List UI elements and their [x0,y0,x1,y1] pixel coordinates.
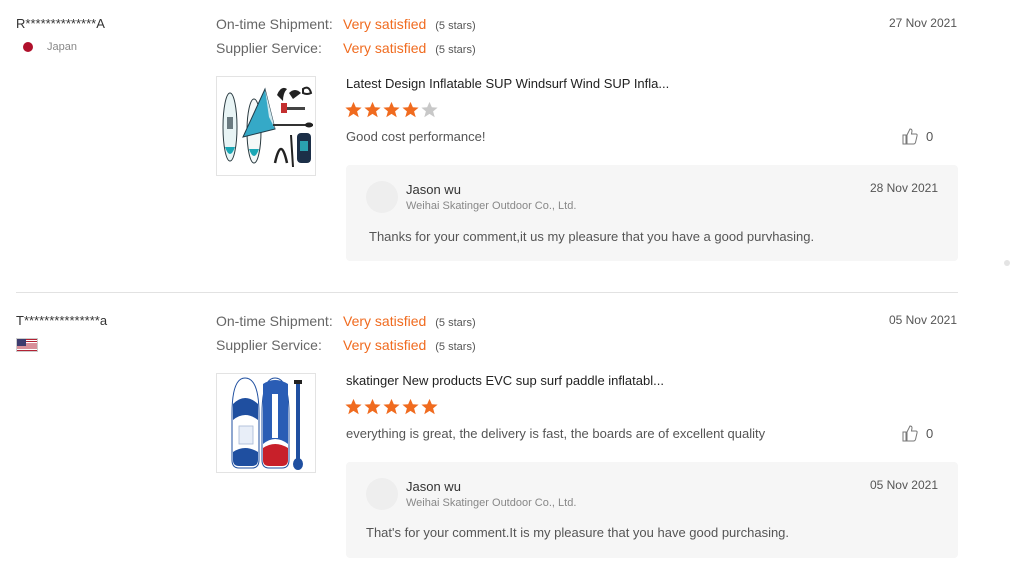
star-icon [383,398,400,415]
supplier-avatar [366,478,398,510]
product-title-link[interactable]: skatinger New products EVC sup surf padd… [346,373,664,388]
scrollbar-thumb[interactable] [1004,260,1010,266]
product-thumbnail[interactable] [216,373,316,473]
rating-supplier-service: Supplier Service: Very satisfied (5 star… [216,337,476,353]
sup-windsurf-product-image [222,86,313,168]
buyer-country [16,338,38,352]
reply-date: 28 Nov 2021 [869,181,938,195]
japan-flag-icon [23,42,33,52]
rating-stars-text: (5 stars) [435,20,476,32]
product-thumbnail[interactable] [216,76,316,176]
review-comment: Good cost performance! [346,129,486,144]
rating-stars-text: (5 stars) [435,317,476,329]
star-icon [383,101,400,118]
review-comment: everything is great, the delivery is fas… [346,426,766,441]
reply-text: That's for your comment.It is my pleasur… [366,525,790,540]
reply-company: Weihai Skatinger Outdoor Co., Ltd. [406,497,577,509]
rating-label: Supplier Service: [216,40,322,56]
rating-label: Supplier Service: [216,337,322,353]
rating-ontime-shipment: On-time Shipment: Very satisfied (5 star… [216,313,476,329]
sup-board-product-image [231,377,303,470]
reply-date: 05 Nov 2021 [869,478,938,492]
review-date: 05 Nov 2021 [888,313,957,327]
rating-value: Very satisfied [343,40,427,56]
rating-value: Very satisfied [343,16,427,32]
star-icon [345,398,362,415]
reply-text: Thanks for your comment,it us my pleasur… [369,229,815,244]
rating-label: On-time Shipment: [216,313,333,329]
rating-stars-text: (5 stars) [435,44,476,56]
star-icon [402,101,419,118]
reply-author: Jason wu [406,182,461,197]
thumbs-up-icon [902,425,918,442]
rating-label: On-time Shipment: [216,16,333,32]
buyer-name: T***************a [16,313,108,328]
reply-company: Weihai Skatinger Outdoor Co., Ltd. [406,200,577,212]
star-icon [421,101,438,118]
thumbs-up-icon [902,128,918,145]
review-divider [16,292,958,293]
supplier-avatar [366,181,398,213]
star-icon [364,101,381,118]
star-icon [345,101,362,118]
product-star-rating [344,398,439,416]
like-button[interactable]: 0 [902,128,933,145]
star-icon [364,398,381,415]
rating-supplier-service: Supplier Service: Very satisfied (5 star… [216,40,476,56]
buyer-country: Japan [20,41,77,53]
star-icon [421,398,438,415]
us-flag-icon [16,338,38,352]
supplier-reply: Jason wu Weihai Skatinger Outdoor Co., L… [346,462,958,558]
like-button[interactable]: 0 [902,425,933,442]
review-date: 27 Nov 2021 [888,16,957,30]
rating-value: Very satisfied [343,337,427,353]
star-icon [402,398,419,415]
rating-value: Very satisfied [343,313,427,329]
like-count: 0 [926,426,934,441]
rating-ontime-shipment: On-time Shipment: Very satisfied (5 star… [216,16,476,32]
product-star-rating [344,101,439,119]
like-count: 0 [926,129,934,144]
supplier-reply: Jason wu Weihai Skatinger Outdoor Co., L… [346,165,958,261]
reply-author: Jason wu [406,479,461,494]
rating-stars-text: (5 stars) [435,341,476,353]
country-name: Japan [47,41,77,53]
product-title-link[interactable]: Latest Design Inflatable SUP Windsurf Wi… [346,76,669,91]
buyer-name: R**************A [16,16,105,31]
